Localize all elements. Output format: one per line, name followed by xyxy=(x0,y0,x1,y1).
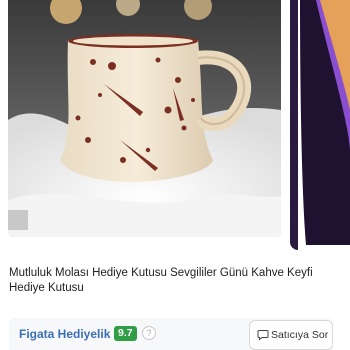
product-image[interactable] xyxy=(8,0,281,237)
seller-bar: Figata Hediyelik 9.7 ? Satıcıya Sor xyxy=(9,318,333,350)
seller-rating-badge: 9.7 xyxy=(114,326,137,341)
chat-icon xyxy=(257,330,269,341)
ask-seller-button[interactable]: Satıcıya Sor xyxy=(249,320,333,350)
gift-box-photo xyxy=(290,0,350,250)
seller-name-link[interactable]: Figata Hediyelik xyxy=(19,327,110,341)
product-title[interactable]: Mutluluk Molası Hediye Kutusu Sevgililer… xyxy=(9,266,339,296)
product-image-next[interactable] xyxy=(290,0,350,250)
ask-seller-label: Satıcıya Sor xyxy=(271,329,329,341)
info-icon[interactable]: ? xyxy=(142,326,156,340)
product-image-gallery[interactable] xyxy=(0,0,350,250)
coffee-mug-photo xyxy=(8,0,281,237)
